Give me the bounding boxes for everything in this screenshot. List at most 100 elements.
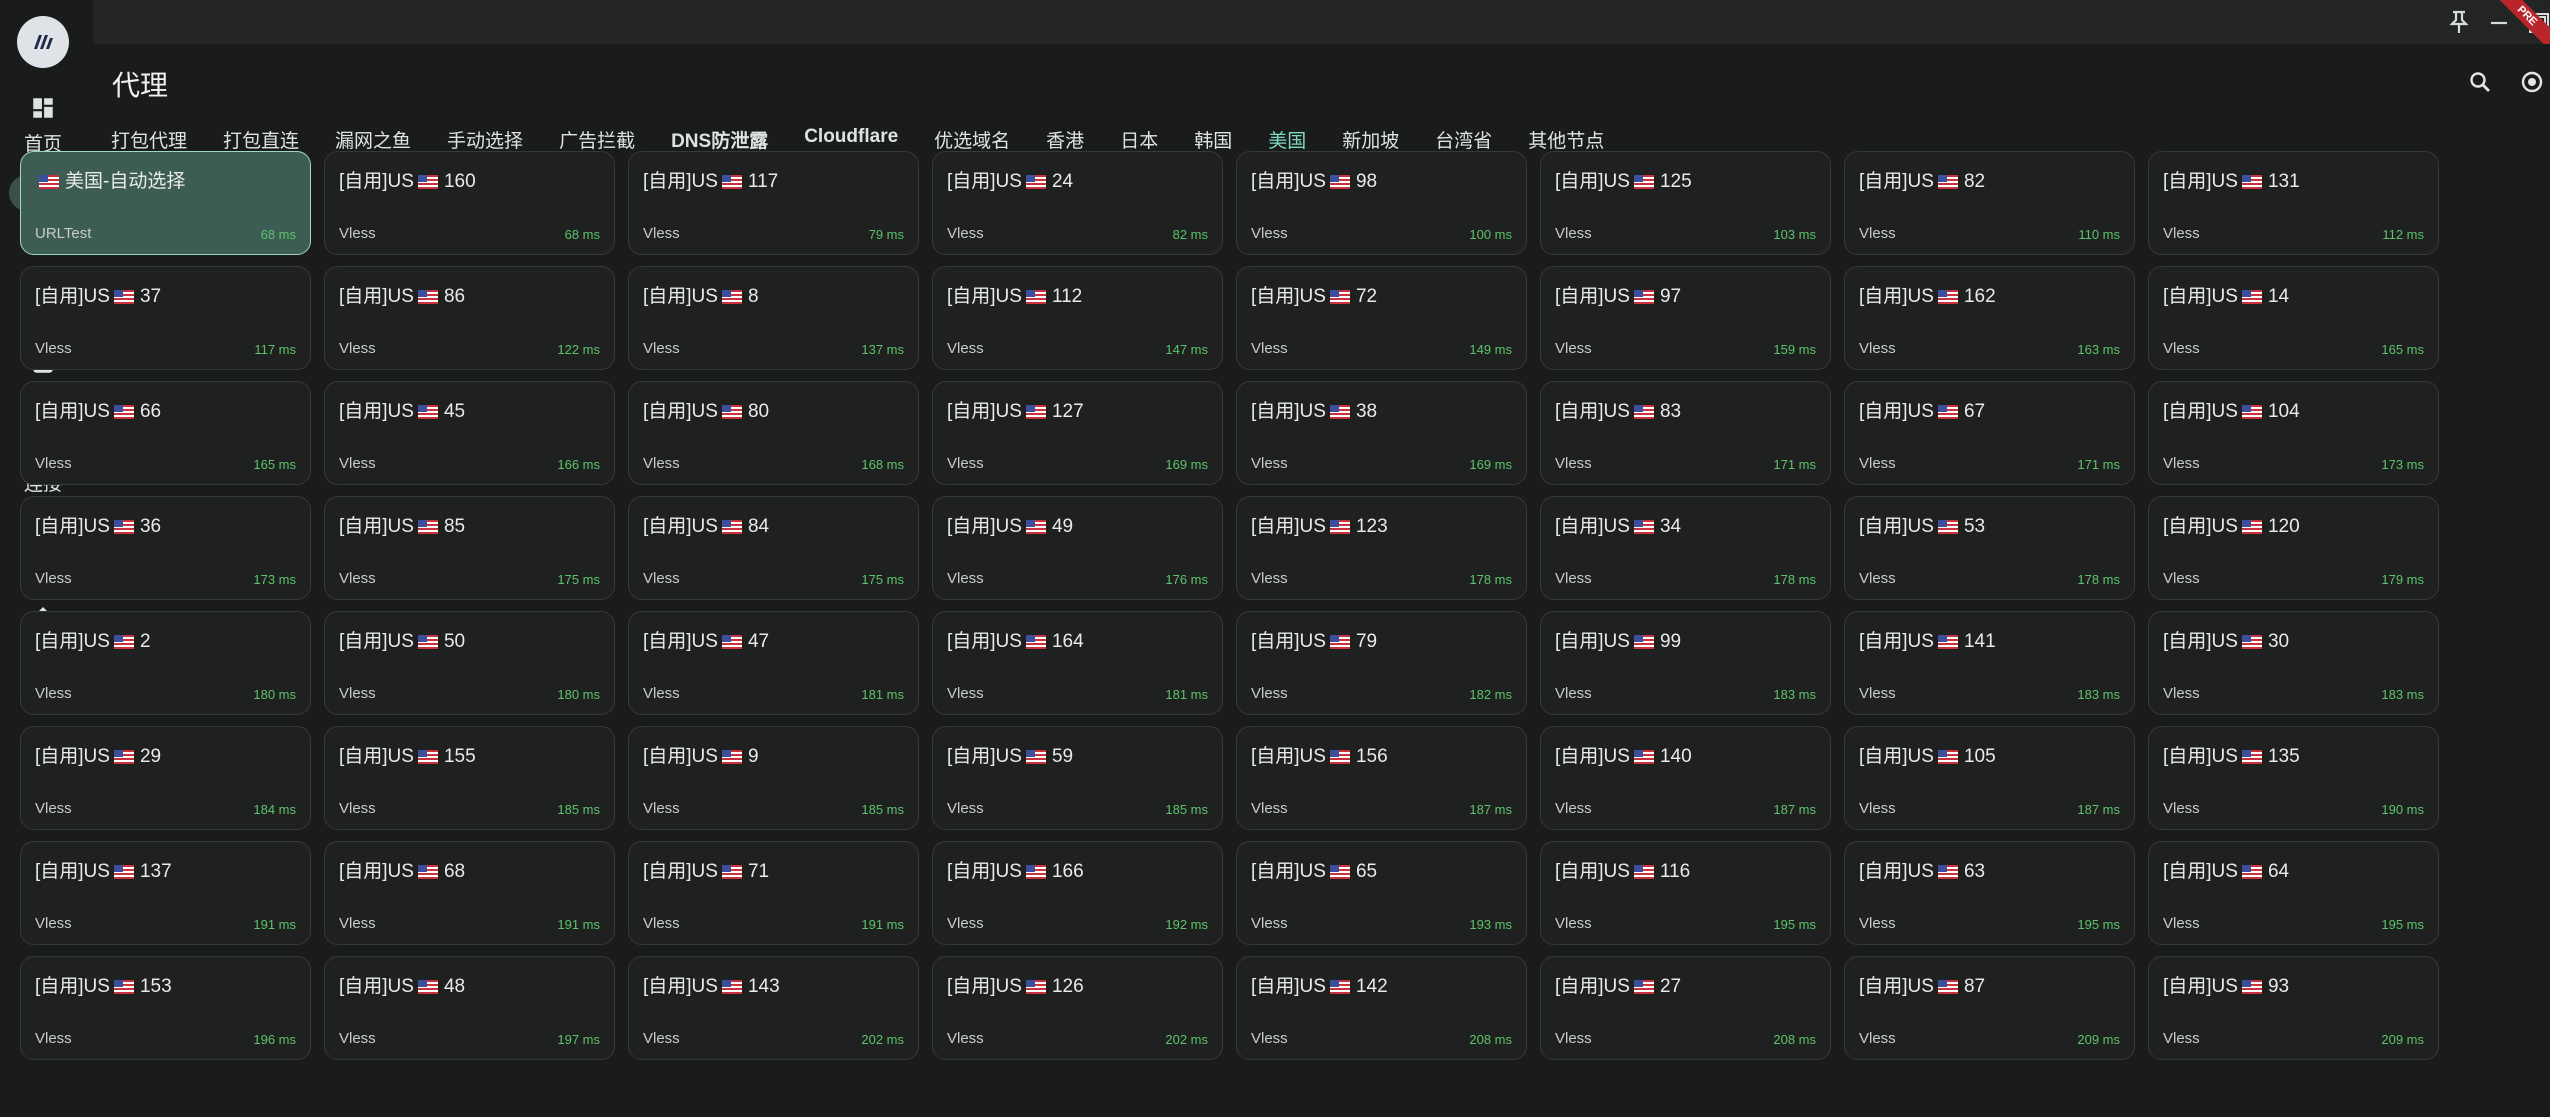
proxy-card[interactable]: [自用]US 64 Vless 195 ms bbox=[2148, 841, 2439, 945]
proxy-delay[interactable]: 178 ms bbox=[1773, 572, 1816, 587]
proxy-card[interactable]: [自用]US 30 Vless 183 ms bbox=[2148, 611, 2439, 715]
proxy-card[interactable]: [自用]US 2 Vless 180 ms bbox=[20, 611, 311, 715]
proxy-delay[interactable]: 208 ms bbox=[1469, 1032, 1512, 1047]
pin-icon[interactable] bbox=[2442, 5, 2476, 39]
proxy-delay[interactable]: 173 ms bbox=[2381, 457, 2424, 472]
proxy-card[interactable]: [自用]US 166 Vless 192 ms bbox=[932, 841, 1223, 945]
proxy-delay[interactable]: 178 ms bbox=[1469, 572, 1512, 587]
proxy-delay[interactable]: 173 ms bbox=[253, 572, 296, 587]
proxy-card[interactable]: [自用]US 59 Vless 185 ms bbox=[932, 726, 1223, 830]
proxy-delay[interactable]: 122 ms bbox=[557, 342, 600, 357]
proxy-delay[interactable]: 159 ms bbox=[1773, 342, 1816, 357]
proxy-delay[interactable]: 179 ms bbox=[2381, 572, 2424, 587]
proxy-card[interactable]: [自用]US 79 Vless 182 ms bbox=[1236, 611, 1527, 715]
proxy-card[interactable]: [自用]US 142 Vless 208 ms bbox=[1236, 956, 1527, 1060]
proxy-delay[interactable]: 193 ms bbox=[1469, 917, 1512, 932]
proxy-card[interactable]: [自用]US 135 Vless 190 ms bbox=[2148, 726, 2439, 830]
proxy-delay[interactable]: 191 ms bbox=[253, 917, 296, 932]
proxy-card[interactable]: [自用]US 153 Vless 196 ms bbox=[20, 956, 311, 1060]
proxy-delay[interactable]: 195 ms bbox=[2381, 917, 2424, 932]
proxy-card[interactable]: [自用]US 37 Vless 117 ms bbox=[20, 266, 311, 370]
proxy-delay[interactable]: 183 ms bbox=[1773, 687, 1816, 702]
proxy-card[interactable]: [自用]US 164 Vless 181 ms bbox=[932, 611, 1223, 715]
proxy-card[interactable]: [自用]US 9 Vless 185 ms bbox=[628, 726, 919, 830]
proxy-delay[interactable]: 112 ms bbox=[2382, 227, 2424, 242]
proxy-card[interactable]: [自用]US 8 Vless 137 ms bbox=[628, 266, 919, 370]
proxy-card[interactable]: [自用]US 141 Vless 183 ms bbox=[1844, 611, 2135, 715]
proxy-card[interactable]: [自用]US 68 Vless 191 ms bbox=[324, 841, 615, 945]
proxy-delay[interactable]: 137 ms bbox=[861, 342, 904, 357]
proxy-delay[interactable]: 68 ms bbox=[565, 227, 600, 242]
proxy-card[interactable]: [自用]US 72 Vless 149 ms bbox=[1236, 266, 1527, 370]
proxy-card[interactable]: [自用]US 80 Vless 168 ms bbox=[628, 381, 919, 485]
proxy-card[interactable]: [自用]US 48 Vless 197 ms bbox=[324, 956, 615, 1060]
proxy-delay[interactable]: 175 ms bbox=[861, 572, 904, 587]
proxy-delay[interactable]: 182 ms bbox=[1469, 687, 1512, 702]
proxy-delay[interactable]: 171 ms bbox=[2077, 457, 2120, 472]
proxy-card[interactable]: [自用]US 34 Vless 178 ms bbox=[1540, 496, 1831, 600]
proxy-delay[interactable]: 165 ms bbox=[2381, 342, 2424, 357]
proxy-card[interactable]: [自用]US 36 Vless 173 ms bbox=[20, 496, 311, 600]
proxy-card[interactable]: [自用]US 125 Vless 103 ms bbox=[1540, 151, 1831, 255]
proxy-delay[interactable]: 195 ms bbox=[2077, 917, 2120, 932]
proxy-delay[interactable]: 117 ms bbox=[254, 342, 296, 357]
proxy-card[interactable]: [自用]US 120 Vless 179 ms bbox=[2148, 496, 2439, 600]
proxy-card[interactable]: [自用]US 140 Vless 187 ms bbox=[1540, 726, 1831, 830]
proxy-delay[interactable]: 79 ms bbox=[869, 227, 904, 242]
proxy-card[interactable]: [自用]US 47 Vless 181 ms bbox=[628, 611, 919, 715]
proxy-card[interactable]: [自用]US 123 Vless 178 ms bbox=[1236, 496, 1527, 600]
proxy-delay[interactable]: 187 ms bbox=[2077, 802, 2120, 817]
proxy-delay[interactable]: 180 ms bbox=[253, 687, 296, 702]
proxy-card[interactable]: [自用]US 116 Vless 195 ms bbox=[1540, 841, 1831, 945]
proxy-delay[interactable]: 187 ms bbox=[1773, 802, 1816, 817]
proxy-card[interactable]: [自用]US 27 Vless 208 ms bbox=[1540, 956, 1831, 1060]
proxy-card[interactable]: [自用]US 105 Vless 187 ms bbox=[1844, 726, 2135, 830]
proxy-card[interactable]: [自用]US 67 Vless 171 ms bbox=[1844, 381, 2135, 485]
proxy-delay[interactable]: 183 ms bbox=[2077, 687, 2120, 702]
proxy-card[interactable]: [自用]US 127 Vless 169 ms bbox=[932, 381, 1223, 485]
proxy-delay[interactable]: 183 ms bbox=[2381, 687, 2424, 702]
proxy-card[interactable]: 美国-自动选择 URLTest 68 ms bbox=[20, 151, 311, 255]
proxy-delay[interactable]: 175 ms bbox=[557, 572, 600, 587]
proxy-card[interactable]: [自用]US 126 Vless 202 ms bbox=[932, 956, 1223, 1060]
proxy-delay[interactable]: 190 ms bbox=[2381, 802, 2424, 817]
proxy-card[interactable]: [自用]US 112 Vless 147 ms bbox=[932, 266, 1223, 370]
proxy-delay[interactable]: 209 ms bbox=[2077, 1032, 2120, 1047]
proxy-delay[interactable]: 191 ms bbox=[861, 917, 904, 932]
proxy-delay[interactable]: 202 ms bbox=[861, 1032, 904, 1047]
proxy-delay[interactable]: 166 ms bbox=[557, 457, 600, 472]
proxy-card[interactable]: [自用]US 38 Vless 169 ms bbox=[1236, 381, 1527, 485]
proxy-card[interactable]: [自用]US 29 Vless 184 ms bbox=[20, 726, 311, 830]
proxy-delay[interactable]: 181 ms bbox=[861, 687, 904, 702]
locate-icon[interactable] bbox=[2514, 64, 2550, 100]
proxy-card[interactable]: [自用]US 84 Vless 175 ms bbox=[628, 496, 919, 600]
proxy-card[interactable]: [自用]US 143 Vless 202 ms bbox=[628, 956, 919, 1060]
proxy-delay[interactable]: 82 ms bbox=[1173, 227, 1208, 242]
proxy-card[interactable]: [自用]US 99 Vless 183 ms bbox=[1540, 611, 1831, 715]
proxy-delay[interactable]: 209 ms bbox=[2381, 1032, 2424, 1047]
proxy-card[interactable]: [自用]US 53 Vless 178 ms bbox=[1844, 496, 2135, 600]
proxy-card[interactable]: [自用]US 45 Vless 166 ms bbox=[324, 381, 615, 485]
proxy-card[interactable]: [自用]US 162 Vless 163 ms bbox=[1844, 266, 2135, 370]
proxy-card[interactable]: [自用]US 82 Vless 110 ms bbox=[1844, 151, 2135, 255]
proxy-delay[interactable]: 191 ms bbox=[557, 917, 600, 932]
proxy-delay[interactable]: 181 ms bbox=[1165, 687, 1208, 702]
proxy-card[interactable]: [自用]US 160 Vless 68 ms bbox=[324, 151, 615, 255]
proxy-delay[interactable]: 192 ms bbox=[1165, 917, 1208, 932]
proxy-delay[interactable]: 169 ms bbox=[1469, 457, 1512, 472]
proxy-delay[interactable]: 197 ms bbox=[557, 1032, 600, 1047]
proxy-card[interactable]: [自用]US 71 Vless 191 ms bbox=[628, 841, 919, 945]
proxy-card[interactable]: [自用]US 14 Vless 165 ms bbox=[2148, 266, 2439, 370]
proxy-card[interactable]: [自用]US 66 Vless 165 ms bbox=[20, 381, 311, 485]
proxy-delay[interactable]: 163 ms bbox=[2077, 342, 2120, 357]
proxy-delay[interactable]: 171 ms bbox=[1773, 457, 1816, 472]
proxy-delay[interactable]: 187 ms bbox=[1469, 802, 1512, 817]
proxy-delay[interactable]: 178 ms bbox=[2077, 572, 2120, 587]
proxy-delay[interactable]: 202 ms bbox=[1165, 1032, 1208, 1047]
proxy-delay[interactable]: 185 ms bbox=[557, 802, 600, 817]
proxy-delay[interactable]: 169 ms bbox=[1165, 457, 1208, 472]
proxy-delay[interactable]: 180 ms bbox=[557, 687, 600, 702]
proxy-card[interactable]: [自用]US 63 Vless 195 ms bbox=[1844, 841, 2135, 945]
proxy-card[interactable]: [自用]US 49 Vless 176 ms bbox=[932, 496, 1223, 600]
proxy-delay[interactable]: 185 ms bbox=[1165, 802, 1208, 817]
